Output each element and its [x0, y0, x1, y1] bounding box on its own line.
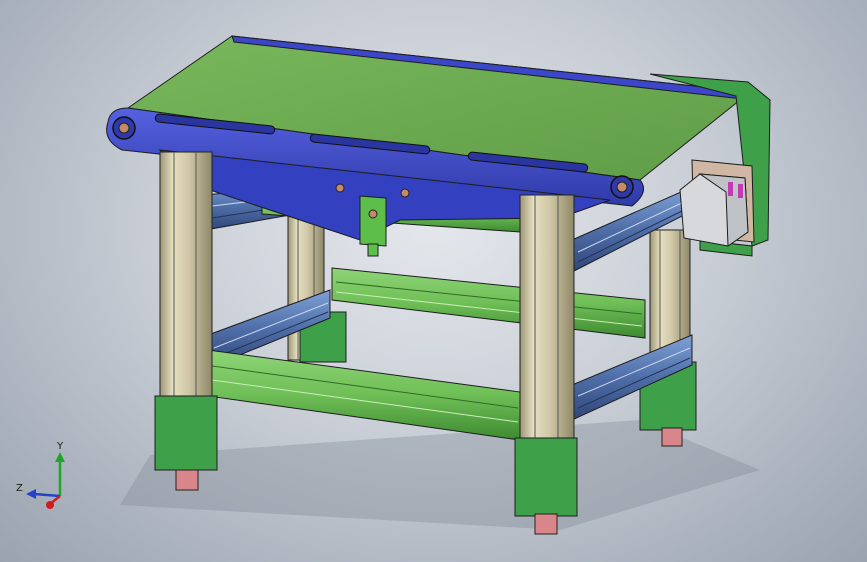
front-left-leg [154, 151, 218, 491]
middle-cross-member [331, 267, 646, 339]
z-axis-arrowhead [26, 489, 36, 499]
front-right-leg [514, 194, 578, 535]
conveyor-model[interactable] [0, 0, 867, 562]
lower-front-cross-member [207, 349, 521, 441]
leveling-foot-front-left [175, 469, 199, 491]
y-axis-label: Y [56, 441, 64, 452]
y-axis-arrowhead [55, 452, 65, 462]
z-axis-label: Z [16, 483, 23, 494]
orientation-triad[interactable]: Y Z [14, 440, 78, 514]
cad-viewport[interactable]: Y Z [0, 0, 867, 562]
foot-block-front-left [154, 395, 218, 471]
stepper-motor [679, 173, 749, 247]
leveling-foot-front-right [534, 513, 558, 535]
center-bracket [359, 195, 387, 257]
z-axis-line [33, 492, 61, 498]
x-axis-arrowhead [46, 501, 54, 509]
foot-block-front-right [514, 437, 578, 517]
